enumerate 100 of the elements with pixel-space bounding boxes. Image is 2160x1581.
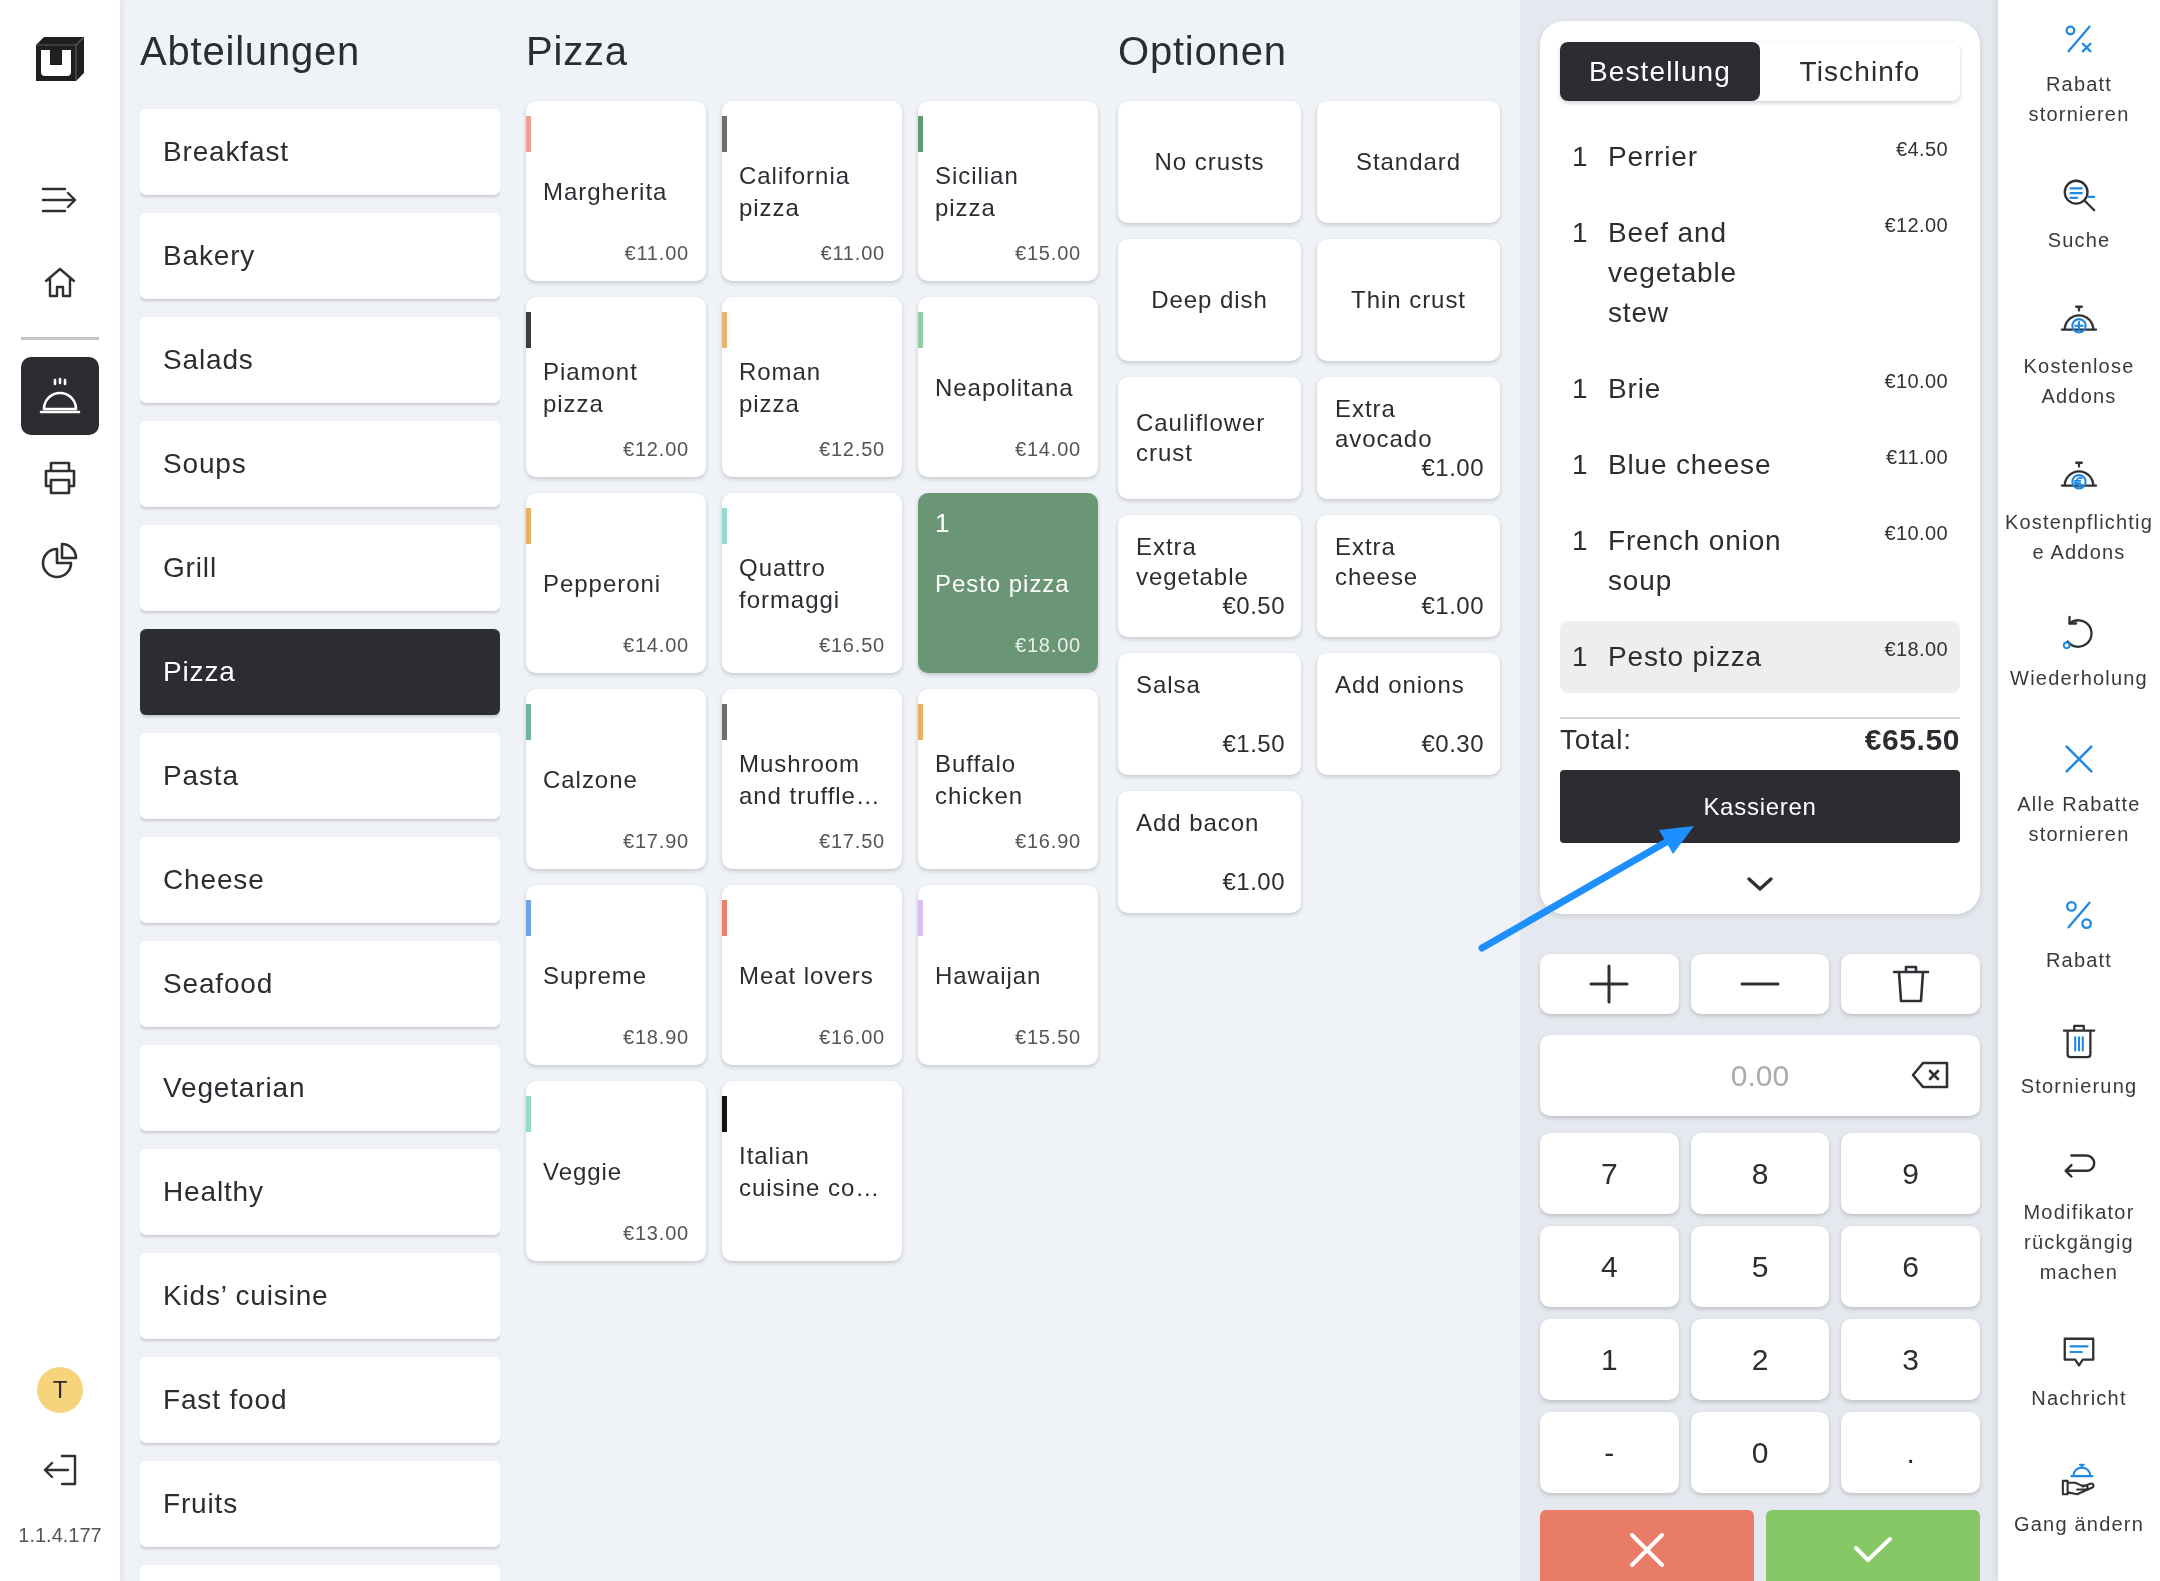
amount-field[interactable]: 0.00 — [1540, 1035, 1980, 1116]
option-card[interactable]: Extra vegetable €0.50 — [1118, 515, 1301, 637]
order-line[interactable]: 1 Beef and vegetable stew €12.00 — [1560, 197, 1960, 349]
order-line[interactable]: 1 Blue cheese €11.00 — [1560, 429, 1960, 501]
line-name: Beef and vegetable stew — [1608, 216, 1738, 330]
keypad-key[interactable]: 6 — [1841, 1226, 1980, 1307]
keypad-key[interactable]: 8 — [1690, 1133, 1830, 1214]
order-line[interactable]: 1 French onion soup €10.00 — [1560, 505, 1960, 617]
department-item[interactable]: Fast food — [140, 1357, 500, 1443]
product-price: €15.50 — [1015, 1025, 1081, 1049]
checkout-button[interactable]: Kassieren — [1560, 770, 1960, 843]
order-line[interactable]: 1 Perrier €4.50 — [1560, 121, 1960, 193]
user-avatar[interactable]: T — [37, 1367, 83, 1413]
add-button[interactable] — [1540, 954, 1679, 1014]
department-item[interactable]: Breakfast — [140, 109, 500, 195]
product-card[interactable]: Mushroom and truffle… €17.50 — [722, 689, 902, 869]
option-card[interactable]: Extra cheese €1.00 — [1317, 515, 1500, 637]
action-button[interactable]: Suche — [1998, 176, 2160, 255]
product-card[interactable]: Buffalo chicken €16.90 — [918, 689, 1098, 869]
option-card[interactable]: Thin crust — [1317, 239, 1500, 361]
backspace-button[interactable] — [1910, 1060, 1950, 1090]
keypad-key[interactable]: 3 — [1841, 1319, 1980, 1400]
product-name: Margherita — [543, 177, 668, 207]
keypad-key[interactable]: - — [1540, 1412, 1679, 1493]
option-name: Deep dish — [1151, 285, 1268, 315]
department-item[interactable]: Seafood — [140, 941, 500, 1027]
department-item[interactable]: Vegetarian — [140, 1045, 500, 1131]
action-button[interactable]: Rabatt stornieren — [1998, 20, 2160, 129]
product-price: €13.00 — [623, 1221, 689, 1245]
product-name: Sicilian pizza — [935, 161, 1020, 223]
keypad-key[interactable]: 5 — [1690, 1226, 1830, 1307]
option-card[interactable]: Salsa €1.50 — [1118, 653, 1301, 775]
product-card[interactable]: Italian cuisine co… — [722, 1081, 902, 1261]
department-item[interactable]: Pizza — [140, 629, 500, 715]
product-price: €16.90 — [1015, 829, 1081, 853]
action-button[interactable]: Modifikator rückgängig machen — [1998, 1148, 2160, 1287]
panel-tab[interactable]: Bestellung — [1560, 42, 1760, 101]
option-card[interactable]: Add bacon €1.00 — [1118, 791, 1301, 913]
keypad-key[interactable]: 2 — [1690, 1319, 1830, 1400]
product-card[interactable]: Veggie €13.00 — [526, 1081, 706, 1261]
keypad-key[interactable]: . — [1841, 1412, 1980, 1493]
product-price: €14.00 — [623, 633, 689, 657]
product-card[interactable]: California pizza €11.00 — [722, 101, 902, 281]
product-card[interactable]: Quattro formaggi €16.50 — [722, 493, 902, 673]
panel-tab[interactable]: Tischinfo — [1760, 42, 1960, 101]
keypad-key[interactable]: 1 — [1540, 1319, 1679, 1400]
section-title: Optionen — [1118, 27, 1287, 75]
product-card[interactable]: Margherita €11.00 — [526, 101, 706, 281]
product-card[interactable]: Neapolitana €14.00 — [918, 297, 1098, 477]
option-card[interactable]: Cauliflower crust — [1118, 377, 1301, 499]
product-name: Calzone — [543, 765, 638, 795]
action-button[interactable]: Nachricht — [1998, 1334, 2160, 1413]
action-button[interactable]: Wiederholung — [1998, 614, 2160, 693]
product-name: Meat lovers — [739, 961, 874, 991]
action-button[interactable]: Rabatt — [1998, 896, 2160, 975]
option-card[interactable]: No crusts — [1118, 101, 1301, 223]
department-item[interactable]: Soups — [140, 421, 500, 507]
product-card[interactable]: Roman pizza €12.50 — [722, 297, 902, 477]
product-card[interactable]: Pepperoni €14.00 — [526, 493, 706, 673]
option-card[interactable]: Extra avocado €1.00 — [1317, 377, 1500, 499]
product-price: €11.00 — [820, 241, 885, 265]
option-price: €0.30 — [1421, 731, 1484, 757]
product-card[interactable]: Sicilian pizza €15.00 — [918, 101, 1098, 281]
delete-button[interactable] — [1841, 954, 1980, 1014]
product-card[interactable]: Hawaijan €15.50 — [918, 885, 1098, 1065]
option-card[interactable]: Standard — [1317, 101, 1500, 223]
department-item[interactable]: Pasta — [140, 733, 500, 819]
option-name: No crusts — [1154, 147, 1265, 177]
product-card[interactable]: Supreme €18.90 — [526, 885, 706, 1065]
close-icon — [1629, 1532, 1665, 1568]
product-price: €18.90 — [623, 1025, 689, 1049]
department-item[interactable]: Cheese — [140, 837, 500, 923]
department-item[interactable]: Fruits — [140, 1461, 500, 1547]
nav-button[interactable] — [21, 357, 99, 435]
product-price: €12.50 — [819, 437, 885, 461]
department-item[interactable]: Bakery — [140, 213, 500, 299]
version-label: 1.1.4.177 — [18, 1523, 102, 1547]
product-card[interactable]: Calzone €17.90 — [526, 689, 706, 869]
department-item[interactable]: Salads — [140, 317, 500, 403]
product-price: €17.90 — [623, 829, 689, 853]
keypad-key[interactable]: 9 — [1841, 1133, 1980, 1214]
action-button[interactable]: Alle Rabatte stornieren — [1998, 740, 2160, 849]
chevron-down-icon — [1745, 874, 1775, 894]
department-item[interactable]: Healthy — [140, 1149, 500, 1235]
action-button[interactable]: Stornierung — [1998, 1022, 2160, 1101]
product-card[interactable]: Meat lovers €16.00 — [722, 885, 902, 1065]
action-button[interactable]: Gang ändern — [1998, 1460, 2160, 1539]
action-button[interactable]: Kostenpflichtige Addons — [1998, 458, 2160, 567]
keypad-key[interactable]: 0 — [1690, 1412, 1830, 1493]
option-card[interactable]: Add onions €0.30 — [1317, 653, 1500, 775]
keypad-key[interactable]: 4 — [1540, 1226, 1679, 1307]
line-quantity: 1 — [1572, 141, 1588, 172]
department-item[interactable]: Grill — [140, 525, 500, 611]
product-card[interactable]: Piamont pizza €12.00 — [526, 297, 706, 477]
option-card[interactable]: Deep dish — [1118, 239, 1301, 361]
keypad-key[interactable]: 7 — [1540, 1133, 1679, 1214]
action-button[interactable]: Kostenlose Addons — [1998, 302, 2160, 411]
department-item[interactable]: Kids’ cuisine — [140, 1253, 500, 1339]
item-count: 1 — [935, 507, 950, 539]
order-line[interactable]: 1 Brie €10.00 — [1560, 353, 1960, 425]
